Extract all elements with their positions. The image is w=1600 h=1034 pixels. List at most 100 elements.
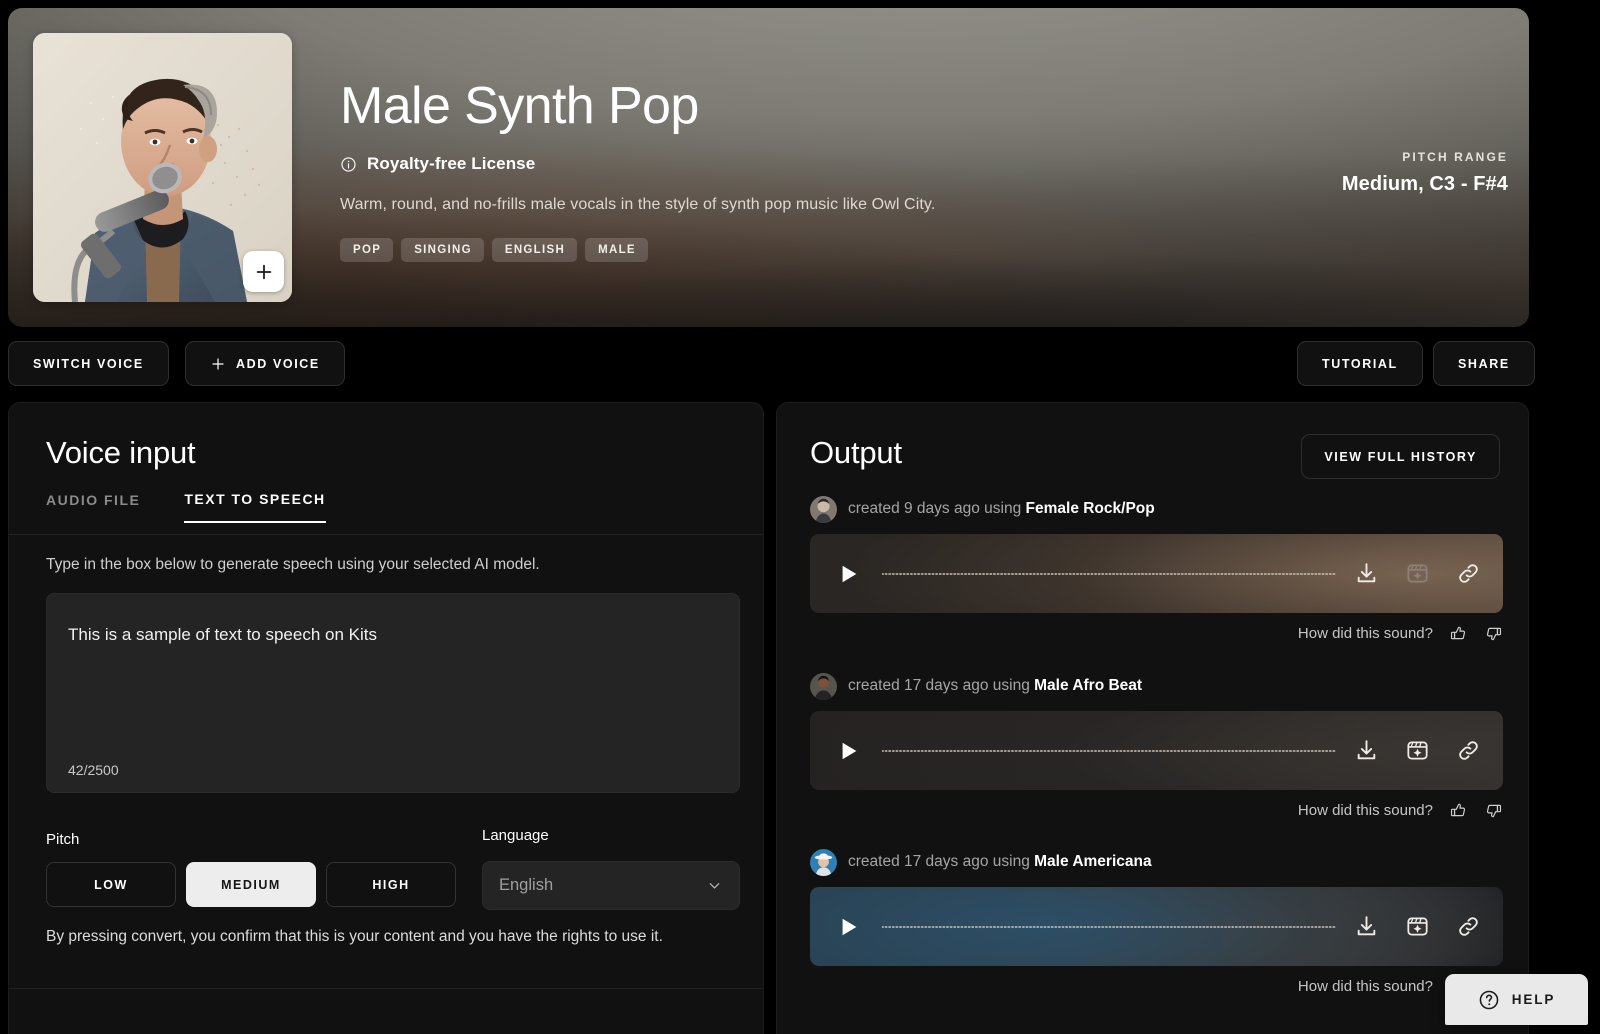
tabs-divider <box>9 534 763 535</box>
pitch-range-value: Medium, C3 - F#4 <box>1341 173 1508 195</box>
link-icon[interactable] <box>1456 561 1481 586</box>
voice-hero-banner: Male Synth Pop Royalty-free License Warm… <box>8 8 1529 327</box>
page-title: Male Synth Pop <box>340 77 699 135</box>
output-item-voice: Female Rock/Pop <box>1025 500 1155 517</box>
player-actions <box>1354 561 1481 586</box>
pitch-option-medium[interactable]: MEDIUM <box>186 862 316 907</box>
plus-icon <box>212 357 224 370</box>
output-title: Output <box>810 435 902 470</box>
thumbs-up-icon[interactable] <box>1449 624 1468 643</box>
license-label: Royalty-free License <box>367 154 536 173</box>
voice-tag[interactable]: ENGLISH <box>491 238 578 262</box>
license-badge: Royalty-free License <box>340 154 535 174</box>
tutorial-button[interactable]: TUTORIAL <box>1297 341 1423 386</box>
plus-icon <box>256 264 271 279</box>
thumbs-down-icon[interactable] <box>1484 801 1503 820</box>
tts-textarea-value: This is a sample of text to speech on Ki… <box>68 625 377 644</box>
language-select-value: English <box>499 876 554 894</box>
waveform[interactable] <box>882 561 1336 587</box>
audio-player[interactable] <box>810 711 1503 790</box>
waveform[interactable] <box>882 914 1336 940</box>
thumbs-down-icon[interactable] <box>1484 624 1503 643</box>
feedback-prompt: How did this sound? <box>1297 802 1433 819</box>
output-item: created 9 days ago using Female Rock/Pop <box>810 495 1503 643</box>
output-item-caption: created 9 days ago using Female Rock/Pop <box>848 500 1155 518</box>
male-afrobeat-avatar-image <box>810 672 837 700</box>
tutorial-label: TUTORIAL <box>1322 356 1398 371</box>
link-icon[interactable] <box>1456 738 1481 763</box>
add-to-collection-button[interactable] <box>243 251 284 292</box>
voice-description: Warm, round, and no-frills male vocals i… <box>340 196 936 213</box>
waveform-track <box>882 925 1336 928</box>
character-counter: 42/2500 <box>68 762 119 778</box>
output-item-meta: created 17 days ago using Male Americana <box>810 848 1503 876</box>
output-item-meta: created 9 days ago using Female Rock/Pop <box>810 495 1503 523</box>
tts-textarea[interactable]: This is a sample of text to speech on Ki… <box>46 593 740 793</box>
voice-input-panel: Voice input AUDIO FILE TEXT TO SPEECH Ty… <box>8 402 764 1034</box>
view-full-history-button[interactable]: VIEW FULL HISTORY <box>1301 434 1500 479</box>
play-icon[interactable] <box>838 561 860 587</box>
avatar <box>810 848 837 876</box>
voice-input-tabs: AUDIO FILE TEXT TO SPEECH <box>46 491 370 523</box>
video-sparkle-icon[interactable] <box>1405 914 1430 939</box>
output-item-created: created 17 days ago using <box>848 853 1030 870</box>
player-actions <box>1354 738 1481 763</box>
tab-audio-file[interactable]: AUDIO FILE <box>46 491 140 523</box>
download-icon[interactable] <box>1354 561 1379 586</box>
thumbs-up-icon[interactable] <box>1449 801 1468 820</box>
download-icon[interactable] <box>1354 738 1379 763</box>
play-icon[interactable] <box>838 914 860 940</box>
tab-text-to-speech[interactable]: TEXT TO SPEECH <box>184 491 326 523</box>
pitch-option-high[interactable]: HIGH <box>326 862 456 907</box>
add-voice-label: ADD VOICE <box>236 356 320 371</box>
download-icon[interactable] <box>1354 914 1379 939</box>
voice-action-bar: SWITCH VOICE ADD VOICE TUTORIAL SHARE <box>0 341 1600 389</box>
output-item: created 17 days ago using Male Americana <box>810 848 1503 996</box>
info-icon <box>341 156 356 172</box>
output-item-caption: created 17 days ago using Male Afro Beat <box>848 677 1142 695</box>
waveform-track <box>882 572 1336 575</box>
play-icon[interactable] <box>838 738 860 764</box>
output-item-voice: Male Americana <box>1034 853 1152 870</box>
audio-player[interactable] <box>810 534 1503 613</box>
language-select[interactable]: English <box>482 861 740 910</box>
feedback-prompt: How did this sound? <box>1297 625 1433 642</box>
app-root: Male Synth Pop Royalty-free License Warm… <box>0 0 1600 1034</box>
output-item-meta: created 17 days ago using Male Afro Beat <box>810 672 1503 700</box>
voice-tag[interactable]: POP <box>340 238 394 262</box>
pitch-field-label: Pitch <box>46 831 80 848</box>
video-sparkle-icon[interactable] <box>1405 738 1430 763</box>
tts-helper-text: Type in the box below to generate speech… <box>46 556 540 573</box>
add-voice-button[interactable]: ADD VOICE <box>185 341 345 386</box>
help-button[interactable]: HELP <box>1445 974 1588 1025</box>
chevron-down-icon <box>709 883 720 889</box>
switch-voice-button[interactable]: SWITCH VOICE <box>8 341 169 386</box>
output-item-created: created 9 days ago using <box>848 500 1022 517</box>
video-sparkle-icon[interactable] <box>1405 561 1430 586</box>
language-field-label: Language <box>482 827 549 844</box>
feedback-row: How did this sound? <box>810 977 1503 996</box>
feedback-prompt: How did this sound? <box>1297 978 1433 995</box>
waveform-track <box>882 749 1336 752</box>
voice-tag-list: POP SINGING ENGLISH MALE <box>340 238 648 262</box>
output-item: created 17 days ago using Male Afro Beat <box>810 672 1503 820</box>
link-icon[interactable] <box>1456 914 1481 939</box>
voice-tag[interactable]: SINGING <box>401 238 484 262</box>
output-item-caption: created 17 days ago using Male Americana <box>848 853 1152 871</box>
feedback-row: How did this sound? <box>810 624 1503 643</box>
output-item-created: created 17 days ago using <box>848 677 1030 694</box>
feedback-row: How did this sound? <box>810 801 1503 820</box>
female-rock-avatar-image <box>810 495 837 523</box>
convert-legal-notice: By pressing convert, you confirm that th… <box>46 928 663 945</box>
share-label: SHARE <box>1458 356 1510 371</box>
voice-thumbnail[interactable] <box>33 33 292 302</box>
audio-player[interactable] <box>810 887 1503 966</box>
voice-input-title: Voice input <box>46 435 196 470</box>
share-button[interactable]: SHARE <box>1433 341 1535 386</box>
switch-voice-label: SWITCH VOICE <box>33 356 144 371</box>
panel-divider <box>9 988 763 989</box>
waveform[interactable] <box>882 738 1336 764</box>
view-full-history-label: VIEW FULL HISTORY <box>1324 449 1477 464</box>
voice-tag[interactable]: MALE <box>585 238 648 262</box>
pitch-option-low[interactable]: LOW <box>46 862 176 907</box>
